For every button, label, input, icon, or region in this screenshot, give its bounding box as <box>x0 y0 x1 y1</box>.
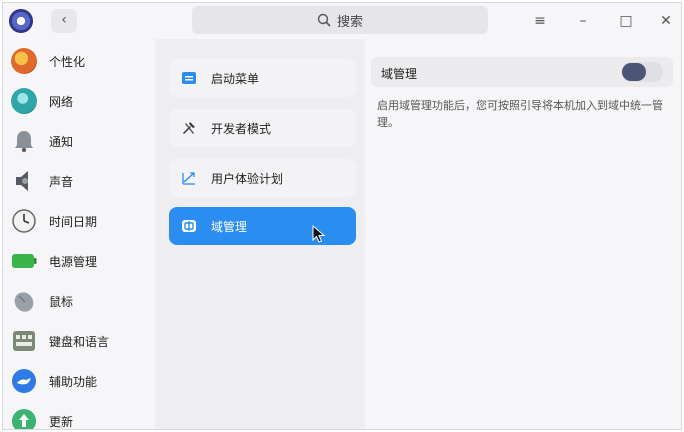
minimize-button[interactable]: – <box>573 11 593 31</box>
app-logo-icon <box>9 9 33 33</box>
domain-management-title: 域管理 <box>381 67 418 81</box>
sidebar-item-label: 更新 <box>49 414 74 429</box>
mouse-pointer-icon <box>312 225 326 243</box>
menu-item-boot-menu[interactable]: 启动菜单 <box>169 59 356 97</box>
maximize-button[interactable]: □ <box>616 11 636 31</box>
sidebar: 个性化 网络 通知 声音 时间日期 电源管理 鼠标 键盘和语言 辅助功能 更新 <box>3 39 155 429</box>
system-info-submenu: 启动菜单 开发者模式 用户体验计划 域管理 <box>155 39 365 429</box>
boot-menu-icon <box>182 72 196 84</box>
accessibility-icon <box>12 369 36 393</box>
sidebar-item-sound[interactable]: 声音 <box>3 163 155 199</box>
sidebar-item-label: 声音 <box>49 174 74 189</box>
sidebar-item-label: 辅助功能 <box>49 374 98 389</box>
title-bar: ‹ 搜索 ≡ – □ ✕ <box>3 3 681 39</box>
sidebar-item-power[interactable]: 电源管理 <box>3 243 155 279</box>
menu-button[interactable]: ≡ <box>530 11 550 31</box>
sidebar-item-label: 通知 <box>49 134 74 149</box>
domain-management-toggle[interactable] <box>621 62 663 82</box>
sidebar-item-label: 时间日期 <box>49 214 98 229</box>
toggle-knob <box>622 63 646 81</box>
clock-icon <box>12 209 36 233</box>
menu-item-label: 启动菜单 <box>211 71 260 86</box>
close-button[interactable]: ✕ <box>656 11 676 31</box>
sidebar-item-label: 电源管理 <box>49 254 98 269</box>
developer-tools-icon <box>183 122 195 134</box>
menu-item-label: 用户体验计划 <box>211 171 284 186</box>
speaker-icon <box>16 171 28 191</box>
search-box[interactable]: 搜索 <box>192 6 488 34</box>
menu-item-domain-management[interactable]: 域管理 <box>169 207 356 245</box>
personalization-icon <box>11 48 37 74</box>
sidebar-item-label: 个性化 <box>49 54 86 69</box>
notification-bell-icon <box>15 131 33 153</box>
network-icon <box>11 88 37 114</box>
domain-management-icon <box>182 220 196 232</box>
user-experience-icon <box>182 172 195 185</box>
control-center-window: ‹ 搜索 ≡ – □ ✕ 个性化 网络 通知 声音 时间日期 电源管理 鼠标 键… <box>2 2 682 430</box>
sidebar-item-label: 鼠标 <box>49 294 74 309</box>
menu-item-label: 开发者模式 <box>211 121 272 136</box>
menu-item-developer-mode[interactable]: 开发者模式 <box>169 109 356 147</box>
sidebar-item-update[interactable]: 更新 <box>3 403 155 429</box>
menu-item-label: 域管理 <box>211 219 248 234</box>
sidebar-item-keyboard[interactable]: 键盘和语言 <box>3 323 155 359</box>
search-placeholder: 搜索 <box>336 14 363 30</box>
battery-icon <box>12 254 37 268</box>
domain-management-description: 启用域管理功能后，您可按照引导将本机加入到域中统一管理。 <box>377 99 663 129</box>
sidebar-item-personalization[interactable]: 个性化 <box>3 43 155 79</box>
sidebar-item-notification[interactable]: 通知 <box>3 123 155 159</box>
domain-management-setting-row: 域管理 <box>371 57 673 87</box>
update-icon <box>12 409 36 429</box>
back-button[interactable]: ‹ <box>51 9 77 33</box>
sidebar-item-label: 网络 <box>49 94 74 109</box>
sidebar-item-label: 键盘和语言 <box>49 334 110 349</box>
keyboard-icon <box>13 331 35 351</box>
sidebar-item-network[interactable]: 网络 <box>3 83 155 119</box>
search-icon <box>317 13 331 27</box>
mouse-icon <box>14 292 34 312</box>
sidebar-item-accessibility[interactable]: 辅助功能 <box>3 363 155 399</box>
domain-management-panel: 域管理 启用域管理功能后，您可按照引导将本机加入到域中统一管理。 <box>365 39 681 429</box>
menu-item-user-experience[interactable]: 用户体验计划 <box>169 159 356 197</box>
sidebar-item-datetime[interactable]: 时间日期 <box>3 203 155 239</box>
sidebar-item-mouse[interactable]: 鼠标 <box>3 283 155 319</box>
